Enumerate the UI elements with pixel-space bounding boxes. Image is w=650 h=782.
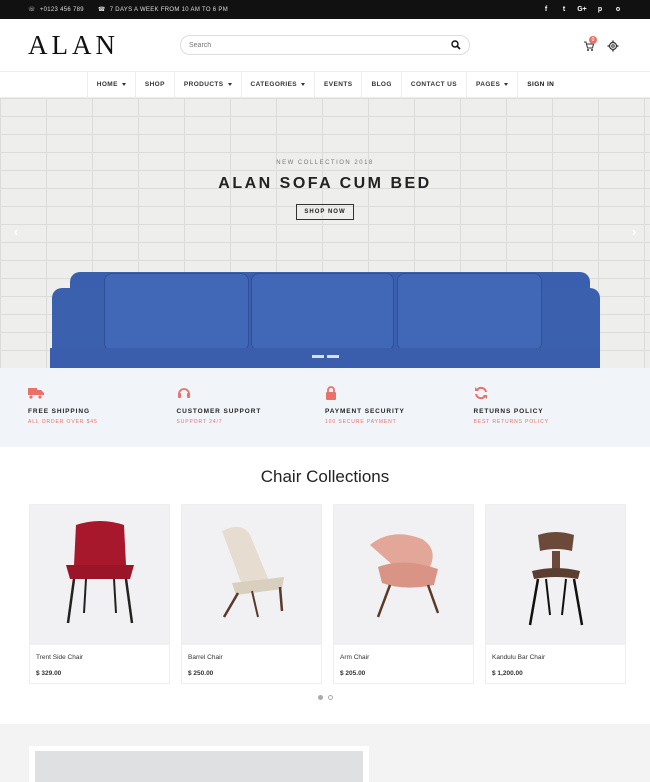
next-section	[0, 724, 650, 782]
sofa-cushion	[104, 273, 249, 351]
hours-text: 7 DAYS A WEEK FROM 10 AM TO 6 PM	[109, 6, 229, 13]
caret-down-icon	[227, 83, 232, 86]
search-icon[interactable]	[451, 40, 461, 50]
nav-contact[interactable]: CONTACT US	[400, 72, 466, 97]
nav-label: HOME	[96, 81, 118, 88]
product-card[interactable]: Barrel Chair $ 250.00	[181, 504, 322, 684]
feature-item: CUSTOMER SUPPORT SUPPORT 24/7	[177, 368, 326, 447]
features-bar: FREE SHIPPING ALL ORDER OVER $45 CUSTOME…	[0, 368, 650, 447]
slider-dot[interactable]	[326, 355, 339, 358]
feature-subtitle: ALL ORDER OVER $45	[28, 419, 98, 425]
banner-card	[29, 746, 369, 782]
google-plus-icon[interactable]: G+	[577, 6, 587, 14]
product-card[interactable]: Arm Chair $ 205.00	[333, 504, 474, 684]
nav-label: BLOG	[371, 81, 392, 88]
top-bar: ☏ +0123 456 789 ☎ 7 DAYS A WEEK FROM 10 …	[0, 0, 650, 19]
truck-icon	[28, 385, 44, 401]
feature-subtitle: BEST RETURNS POLICY	[473, 419, 549, 425]
instagram-icon[interactable]: o	[614, 6, 622, 14]
twitter-icon[interactable]: t	[560, 6, 568, 14]
nav-label: CONTACT US	[410, 81, 457, 88]
cart-count-badge: 0	[589, 36, 597, 44]
hero-title: ALAN SOFA CUM BED	[218, 175, 432, 192]
lock-icon	[325, 385, 341, 401]
nav-products[interactable]: PRODUCTS	[173, 72, 241, 97]
phone-icon: ☎	[97, 7, 106, 13]
nav-label: SHOP	[144, 81, 165, 88]
hero-kicker: NEW COLLECTION 2018	[276, 160, 374, 166]
phone-text: +0123 456 789	[39, 6, 84, 13]
feature-subtitle: SUPPORT 24/7	[176, 419, 223, 425]
sofa-cushion	[397, 273, 542, 351]
shop-now-button[interactable]: SHOP NOW	[296, 204, 354, 220]
caret-down-icon	[504, 83, 509, 86]
product-card[interactable]: Kandulu Bar Chair $ 1,200.00	[485, 504, 626, 684]
product-price: $ 205.00	[340, 670, 366, 677]
phone-info: ☏ +0123 456 789	[28, 6, 84, 14]
facebook-icon[interactable]: f	[542, 6, 550, 14]
nav-categories[interactable]: CATEGORIES	[240, 72, 315, 97]
feature-subtitle: 100 SECURE PAYMENT	[325, 419, 397, 425]
product-name[interactable]: Kandulu Bar Chair	[486, 645, 625, 661]
main-nav: HOME SHOP PRODUCTS CATEGORIES EVENTS BLO…	[0, 72, 650, 98]
product-price: $ 1,200.00	[492, 670, 523, 677]
nav-sign-in[interactable]: SIGN IN	[517, 72, 563, 97]
product-image[interactable]	[30, 505, 169, 645]
feature-item: FREE SHIPPING ALL ORDER OVER $45	[28, 368, 177, 447]
gear-icon[interactable]	[607, 40, 619, 52]
slider-dots	[0, 355, 650, 358]
nav-label: EVENTS	[324, 81, 353, 88]
product-name[interactable]: Barrel Chair	[182, 645, 321, 661]
product-image[interactable]	[486, 505, 625, 645]
sofa-seat	[50, 348, 600, 368]
caret-down-icon	[121, 83, 126, 86]
section-title: Chair Collections	[260, 467, 390, 486]
nav-pages[interactable]: PAGES	[466, 72, 517, 97]
caret-down-icon	[301, 83, 306, 86]
feature-title: PAYMENT SECURITY	[325, 408, 405, 415]
phone-icon: ☏	[28, 7, 36, 13]
nav-events[interactable]: EVENTS	[314, 72, 361, 97]
pager-dot[interactable]	[317, 695, 323, 700]
product-price: $ 329.00	[36, 670, 62, 677]
slider-dot[interactable]	[311, 355, 324, 358]
social-links: f t G+ p o	[542, 6, 622, 14]
logo[interactable]: ALAN	[28, 30, 178, 61]
search-box	[180, 35, 470, 55]
pager-dot[interactable]	[327, 695, 333, 700]
product-carousel: Trent Side Chair $ 329.00 Barrel Chair $…	[0, 504, 650, 684]
sofa-cushion	[251, 273, 394, 351]
next-arrow-icon[interactable]: ›	[628, 224, 640, 239]
refresh-icon	[474, 385, 490, 401]
nav-label: SIGN IN	[527, 81, 555, 88]
product-name[interactable]: Trent Side Chair	[30, 645, 169, 661]
nav-label: CATEGORIES	[250, 81, 298, 88]
banner-image	[35, 751, 363, 782]
nav-home[interactable]: HOME	[86, 72, 135, 97]
hours-info: ☎ 7 DAYS A WEEK FROM 10 AM TO 6 PM	[97, 6, 229, 14]
nav-shop[interactable]: SHOP	[134, 72, 174, 97]
nav-label: PRODUCTS	[183, 81, 224, 88]
feature-title: RETURNS POLICY	[473, 408, 544, 415]
feature-item: PAYMENT SECURITY 100 SECURE PAYMENT	[325, 368, 474, 447]
feature-title: FREE SHIPPING	[28, 408, 90, 415]
search-input[interactable]	[189, 41, 429, 49]
hero-slider: NEW COLLECTION 2018 ALAN SOFA CUM BED SH…	[0, 98, 650, 368]
headset-icon	[177, 385, 193, 401]
pinterest-icon[interactable]: p	[596, 6, 604, 14]
feature-title: CUSTOMER SUPPORT	[176, 408, 262, 415]
product-name[interactable]: Arm Chair	[334, 645, 473, 661]
product-card[interactable]: Trent Side Chair $ 329.00	[29, 504, 170, 684]
product-price: $ 250.00	[188, 670, 214, 677]
product-image[interactable]	[334, 505, 473, 645]
nav-blog[interactable]: BLOG	[361, 72, 400, 97]
site-header: ALAN	[0, 19, 650, 72]
prev-arrow-icon[interactable]: ‹	[10, 224, 22, 239]
carousel-pager	[0, 695, 650, 700]
product-image[interactable]	[182, 505, 321, 645]
feature-item: RETURNS POLICY BEST RETURNS POLICY	[474, 368, 623, 447]
nav-label: PAGES	[476, 81, 501, 88]
